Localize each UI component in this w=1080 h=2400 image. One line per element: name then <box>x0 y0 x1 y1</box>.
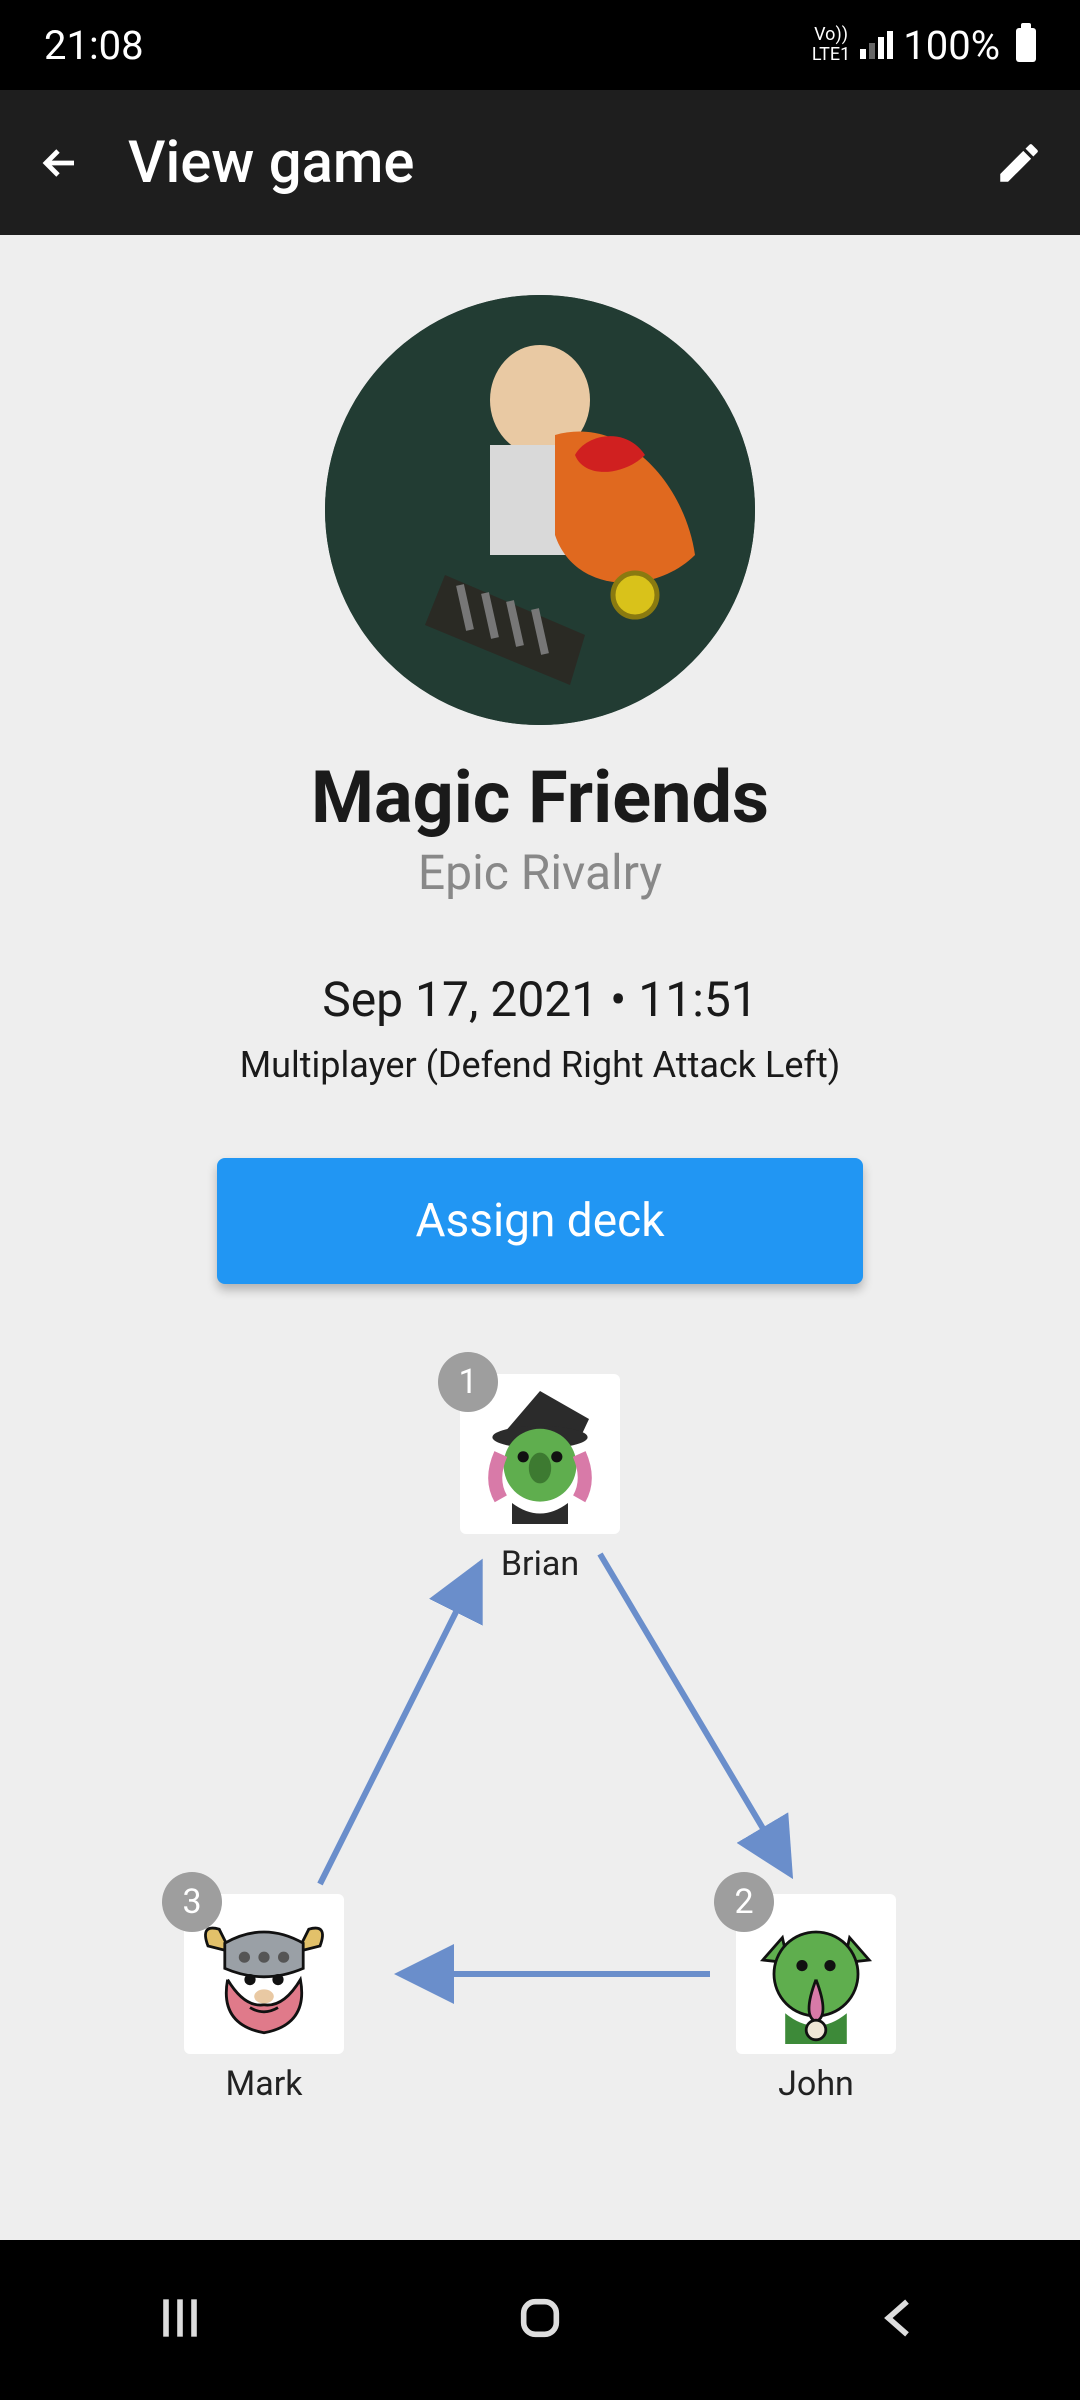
android-nav-bar <box>0 2240 1080 2400</box>
player-arena: 1 Brian 2 <box>180 1364 900 2144</box>
battery-percent: 100% <box>903 22 1000 69</box>
player-john[interactable]: 2 John <box>736 1894 896 2104</box>
group-subtitle: Epic Rivalry <box>418 844 662 901</box>
network-indicator: Vo))LTE1 <box>812 25 850 65</box>
home-button[interactable] <box>512 2290 568 2350</box>
game-datetime: Sep 17, 2021 • 11:51 <box>322 971 758 1028</box>
player-name-label: John <box>778 2064 854 2104</box>
page-title: View game <box>128 129 994 197</box>
group-name: Magic Friends <box>311 755 769 840</box>
android-back-button[interactable] <box>872 2290 928 2350</box>
status-bar: 21:08 Vo))LTE1 100% <box>0 0 1080 90</box>
group-avatar[interactable] <box>325 295 755 725</box>
recents-button[interactable] <box>152 2290 208 2350</box>
order-badge: 1 <box>438 1352 498 1412</box>
page-content: Magic Friends Epic Rivalry Sep 17, 2021 … <box>0 235 1080 2240</box>
player-brian[interactable]: 1 Brian <box>460 1374 620 1584</box>
assign-deck-button[interactable]: Assign deck <box>217 1158 863 1284</box>
status-right: Vo))LTE1 100% <box>812 22 1036 69</box>
player-name-label: Brian <box>501 1544 579 1584</box>
app-bar: View game <box>0 90 1080 235</box>
edit-icon[interactable] <box>994 138 1044 188</box>
battery-icon <box>1016 28 1036 62</box>
signal-icon <box>860 31 893 59</box>
clock: 21:08 <box>44 22 144 69</box>
order-badge: 2 <box>714 1872 774 1932</box>
player-name-label: Mark <box>226 2064 303 2104</box>
back-icon[interactable] <box>36 139 84 187</box>
game-mode: Multiplayer (Defend Right Attack Left) <box>240 1044 841 1086</box>
player-mark[interactable]: 3 Mark <box>184 1894 344 2104</box>
order-badge: 3 <box>162 1872 222 1932</box>
